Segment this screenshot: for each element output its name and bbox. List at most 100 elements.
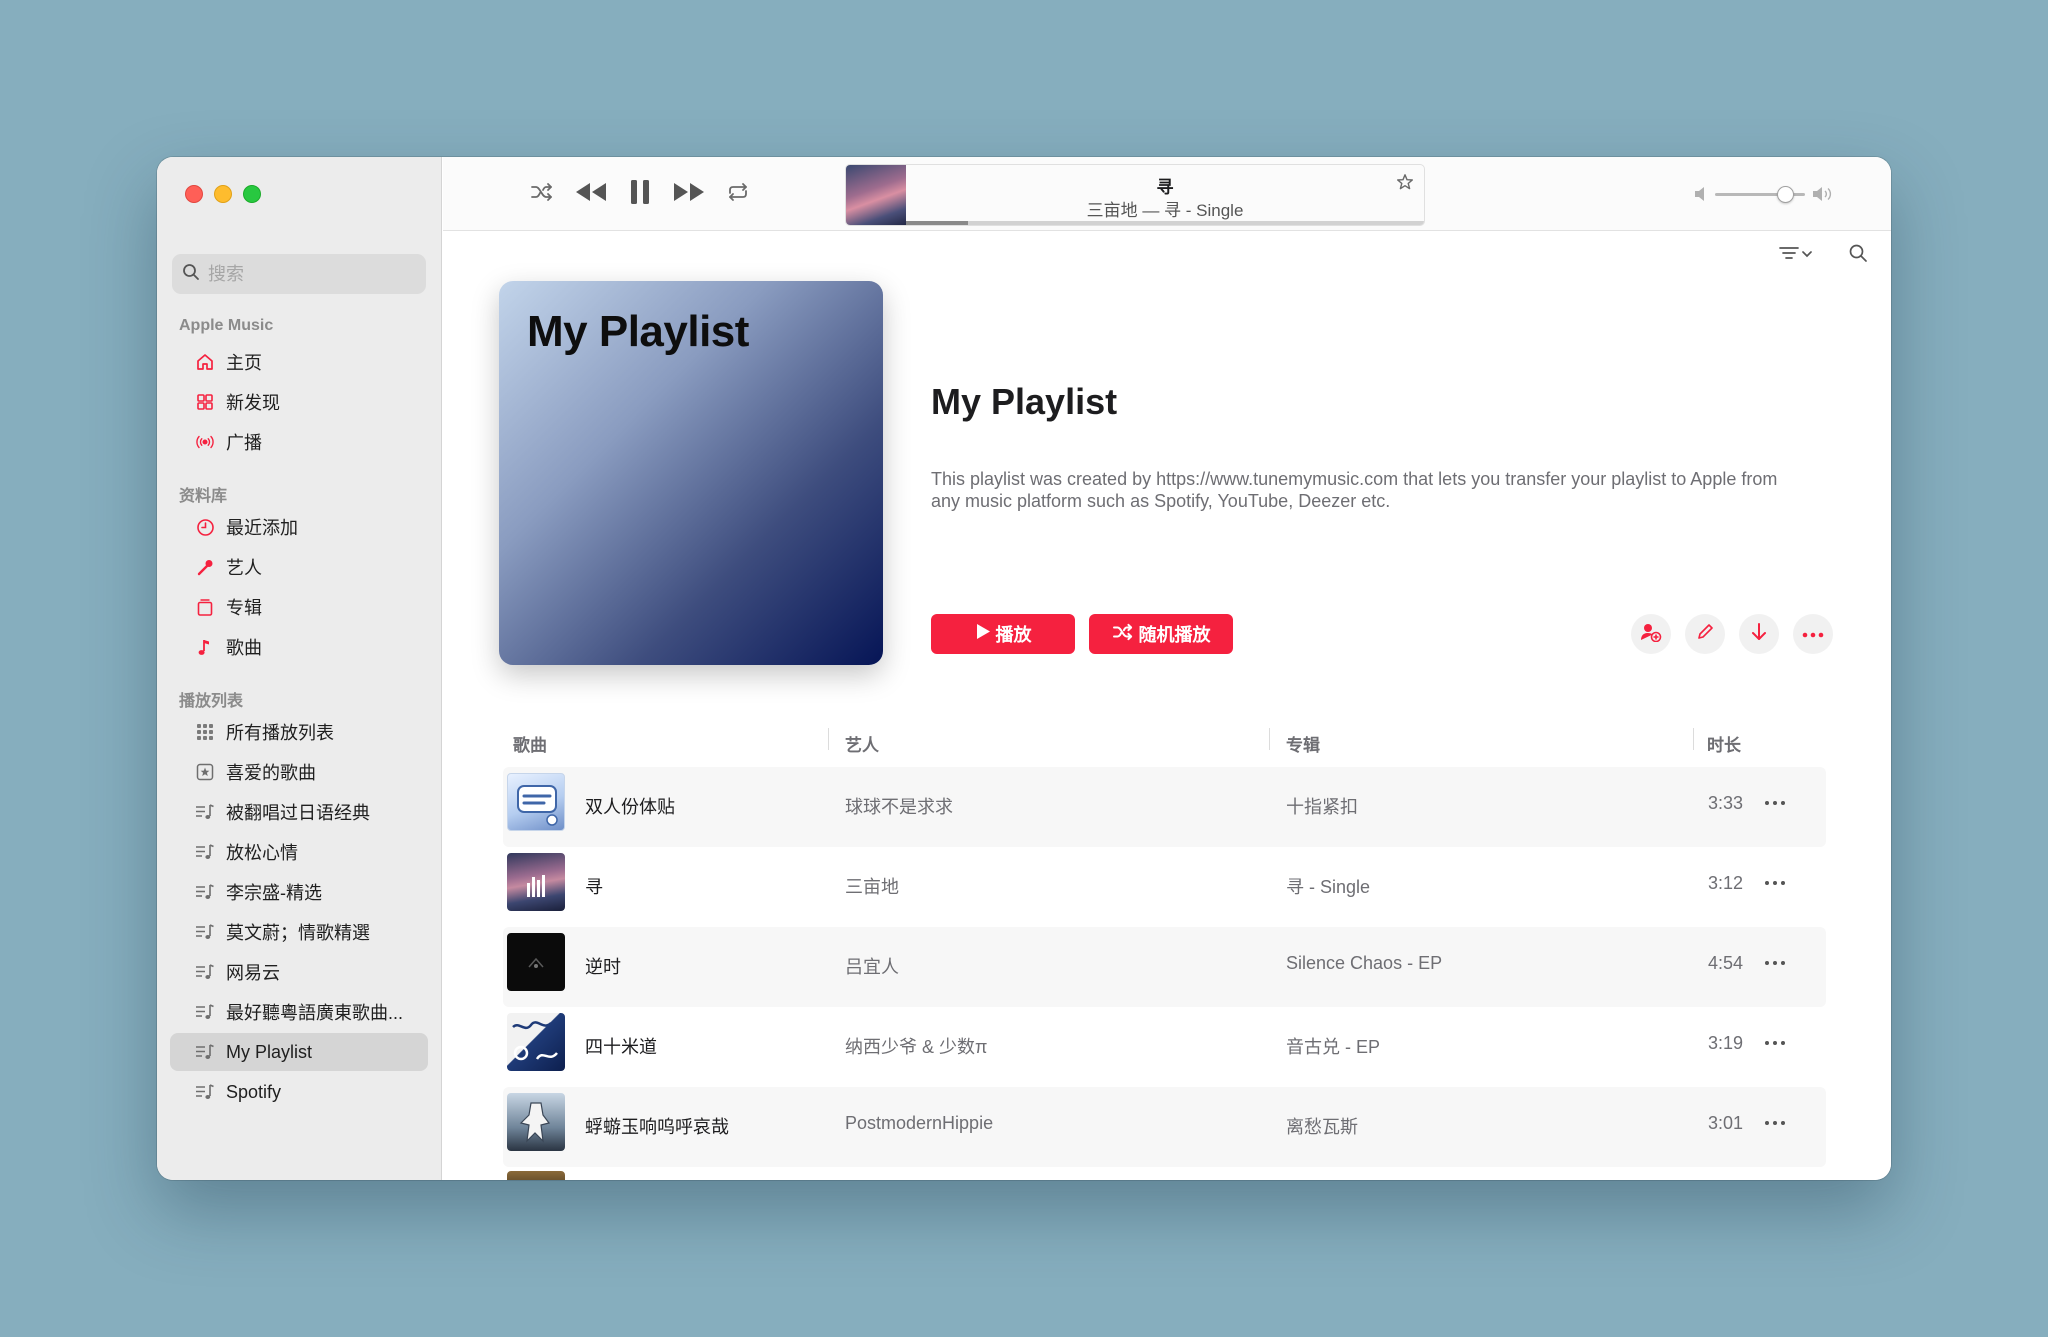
add-collaborator-button[interactable] (1631, 614, 1671, 654)
song-artwork[interactable] (507, 853, 565, 911)
song-album[interactable]: Silence Chaos - EP (1286, 953, 1442, 974)
playlist-icon (194, 841, 216, 863)
column-header-artist[interactable]: 艺人 (845, 731, 879, 756)
sidebar-item-playlist[interactable]: 莫文蔚；情歌精選 (170, 913, 428, 951)
sidebar-item-label: 所有播放列表 (226, 723, 334, 743)
song-album[interactable]: 寻 - Single (1286, 873, 1370, 899)
column-header-album[interactable]: 专辑 (1286, 731, 1320, 756)
play-icon (975, 623, 991, 645)
sidebar-item-playlist[interactable]: 最好聽粵語廣東歌曲... (170, 993, 428, 1031)
section-label-apple-music: Apple Music (179, 317, 274, 334)
column-header-duration[interactable]: 时长 (1707, 731, 1741, 756)
sidebar-item-label: 广播 (226, 433, 262, 453)
song-artist[interactable]: 球球不是求求 (845, 793, 953, 819)
sidebar-item-playlist[interactable]: 放松心情 (170, 833, 428, 871)
search-icon (1848, 243, 1868, 268)
table-row[interactable]: 逆时 吕宜人 Silence Chaos - EP 4:54 (503, 927, 1826, 1007)
sidebar-item-all-playlists[interactable]: 所有播放列表 (170, 713, 428, 751)
favorite-button[interactable] (1392, 171, 1418, 197)
next-track-button[interactable] (669, 177, 709, 211)
row-more-button[interactable] (1757, 947, 1793, 977)
playlist-detail-view: My Playlist My Playlist This playlist wa… (443, 231, 1891, 1180)
table-row[interactable]: 四十米道 纳西少爷 & 少数π 音古兑 - EP 3:19 (503, 1007, 1826, 1087)
song-album[interactable]: 音古兑 - EP (1286, 1033, 1380, 1059)
chevron-down-icon (1801, 246, 1813, 264)
sidebar-item-recently-added[interactable]: 最近添加 (170, 508, 428, 546)
sidebar-item-label: 网易云 (226, 963, 280, 983)
song-album[interactable]: 离愁瓦斯 (1286, 1113, 1358, 1139)
sidebar-item-playlist[interactable]: 李宗盛-精选 (170, 873, 428, 911)
table-row[interactable]: 双人份体贴 球球不是求求 十指紧扣 3:33 (503, 767, 1826, 847)
sidebar-item-radio[interactable]: 广播 (170, 423, 428, 461)
sidebar-item-playlist[interactable]: 被翻唱过日语经典 (170, 793, 428, 831)
rewind-icon (574, 181, 608, 208)
shuffle-icon (530, 182, 554, 207)
column-header-song[interactable]: 歌曲 (513, 731, 547, 756)
now-playing-artwork[interactable] (846, 165, 906, 225)
sidebar-item-my-playlist[interactable]: My Playlist (170, 1033, 428, 1071)
song-artwork[interactable] (507, 1093, 565, 1151)
row-more-button[interactable] (1757, 1027, 1793, 1057)
playlist-cover-art[interactable]: My Playlist (499, 281, 883, 665)
song-artwork[interactable] (507, 1013, 565, 1071)
playlist-search-button[interactable] (1843, 241, 1873, 269)
sidebar-item-label: 专辑 (226, 598, 262, 618)
volume-slider-knob[interactable] (1777, 186, 1795, 203)
close-window-button[interactable] (185, 185, 203, 203)
minimize-window-button[interactable] (214, 185, 232, 203)
song-artist[interactable]: PostmodernHippie (845, 1113, 993, 1134)
shuffle-button[interactable] (527, 179, 557, 209)
sidebar-item-favorites[interactable]: 喜爱的歌曲 (170, 753, 428, 791)
song-artist[interactable]: 纳西少爷 & 少数π (845, 1033, 987, 1059)
sidebar-item-artists[interactable]: 艺人 (170, 548, 428, 586)
shuffle-play-label: 随机播放 (1138, 625, 1211, 645)
song-duration: 3:01 (1707, 1113, 1743, 1133)
sidebar-search[interactable] (172, 254, 426, 294)
search-input[interactable] (208, 263, 408, 285)
sidebar-item-home[interactable]: 主页 (170, 343, 428, 381)
play-button[interactable]: 播放 (931, 614, 1075, 654)
star-box-icon (194, 761, 216, 783)
ellipsis-icon (1802, 625, 1824, 643)
sidebar-item-label: 喜爱的歌曲 (226, 763, 316, 783)
row-more-button[interactable] (1757, 867, 1793, 897)
row-more-button[interactable] (1757, 1107, 1793, 1137)
speaker-low-icon (1693, 185, 1709, 208)
song-artwork[interactable] (507, 1171, 565, 1180)
sidebar-item-label: 最好聽粵語廣東歌曲... (226, 1003, 404, 1023)
song-artwork[interactable] (507, 933, 565, 991)
song-duration: 3:33 (1707, 793, 1743, 813)
song-artist[interactable]: 吕宜人 (845, 953, 899, 979)
row-more-button[interactable] (1757, 787, 1793, 817)
song-artist[interactable]: 三亩地 (845, 873, 899, 899)
edit-playlist-button[interactable] (1685, 614, 1725, 654)
sidebar-item-albums[interactable]: 专辑 (170, 588, 428, 626)
window-controls (185, 185, 261, 203)
sidebar-item-songs[interactable]: 歌曲 (170, 628, 428, 666)
volume-control[interactable] (1693, 184, 1833, 204)
playback-progress-bar[interactable] (906, 221, 1424, 225)
table-row[interactable]: 蜉蝣玉响呜呼哀哉 PostmodernHippie 离愁瓦斯 3:01 (503, 1087, 1826, 1167)
sidebar-item-playlist[interactable]: 网易云 (170, 953, 428, 991)
sidebar-item-label: 主页 (226, 353, 262, 373)
shuffle-play-button[interactable]: 随机播放 (1089, 614, 1233, 654)
music-window: Apple Music 主页 新发现 广播 资料库 最近添加 (157, 157, 1891, 1180)
sidebar-item-discover[interactable]: 新发现 (170, 383, 428, 421)
table-row[interactable]: 寻 三亩地 寻 - Single 3:12 (503, 847, 1826, 927)
download-button[interactable] (1739, 614, 1779, 654)
ellipsis-icon (1764, 1033, 1786, 1051)
shuffle-icon (1112, 623, 1134, 646)
zoom-window-button[interactable] (243, 185, 261, 203)
playlist-icon (194, 881, 216, 903)
pause-button[interactable] (623, 175, 657, 213)
more-options-button[interactable] (1793, 614, 1833, 654)
repeat-button[interactable] (723, 179, 753, 209)
previous-track-button[interactable] (571, 177, 611, 211)
now-playing-subtitle: 三亩地 — 寻 - Single (1086, 201, 1244, 220)
sort-options-button[interactable] (1773, 241, 1819, 269)
sidebar-item-spotify[interactable]: Spotify (170, 1073, 428, 1111)
song-artwork[interactable] (507, 773, 565, 831)
song-album[interactable]: 十指紧扣 (1286, 793, 1358, 819)
sidebar-item-label: 李宗盛-精选 (226, 883, 322, 903)
now-playing-panel[interactable]: 寻 三亩地 — 寻 - Single (845, 164, 1425, 226)
